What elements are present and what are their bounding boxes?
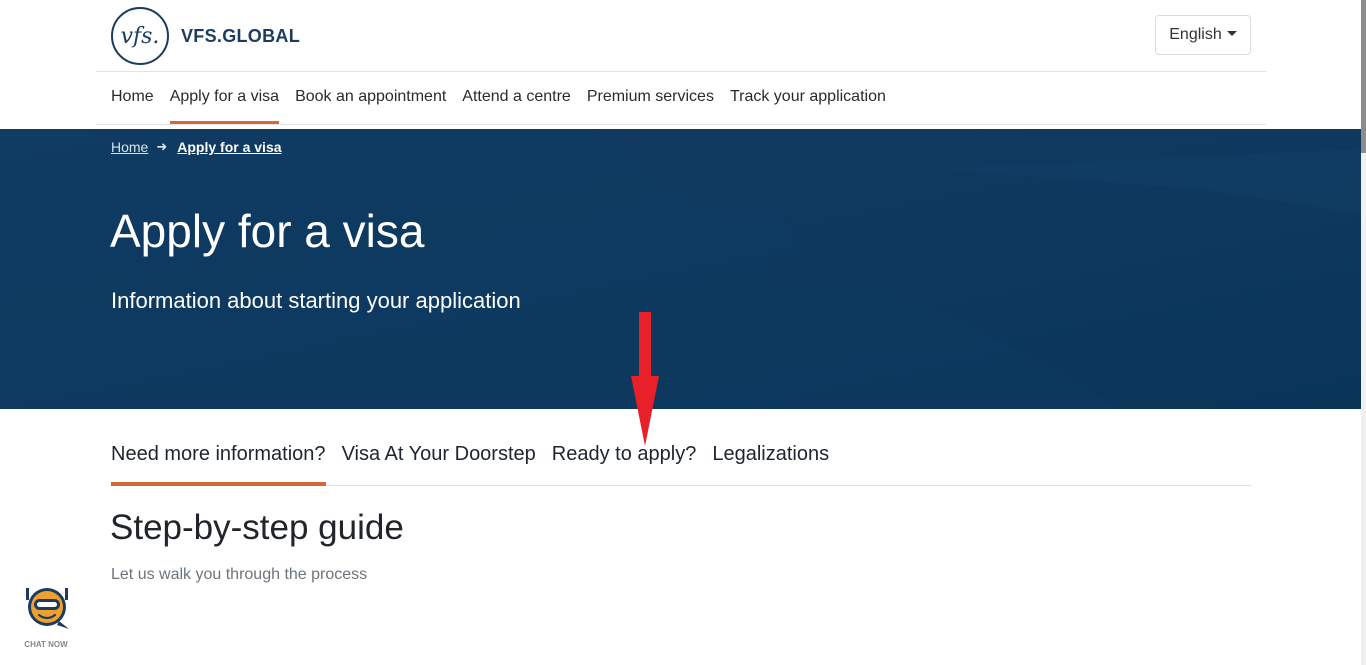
tab-need-more-information[interactable]: Need more information? (111, 434, 326, 486)
hero-background-shape (0, 129, 1361, 409)
nav-item-book-an-appointment[interactable]: Book an appointment (295, 72, 446, 124)
page-title: Apply for a visa (110, 205, 425, 257)
tab-legalizations[interactable]: Legalizations (712, 434, 829, 485)
main-nav: Home Apply for a visa Book an appointmen… (96, 72, 1266, 125)
content-tabs: Need more information? Visa At Your Door… (111, 434, 1251, 486)
language-selected: English (1169, 26, 1222, 43)
caret-down-icon (1226, 31, 1237, 36)
scrollbar-thumb[interactable] (1361, 0, 1366, 153)
site-header: vfs. VFS.GLOBAL (96, 0, 1266, 72)
nav-item-attend-a-centre[interactable]: Attend a centre (462, 72, 571, 124)
nav-item-premium-services[interactable]: Premium services (587, 72, 714, 124)
nav-item-track-your-application[interactable]: Track your application (730, 72, 886, 124)
logo-text: VFS.GLOBAL (181, 25, 300, 46)
hero-banner: Home ➜ Apply for a visa Apply for a visa… (0, 129, 1361, 409)
page-subtitle: Information about starting your applicat… (111, 288, 521, 313)
annotation-arrow-down-icon (631, 312, 659, 446)
chat-now-widget[interactable]: CHAT NOW (20, 585, 74, 649)
language-dropdown[interactable]: English (1155, 15, 1251, 55)
page-scrollbar[interactable] (1361, 0, 1366, 665)
chat-now-label: CHAT NOW (24, 640, 68, 649)
breadcrumb-home[interactable]: Home (111, 139, 148, 155)
tab-ready-to-apply[interactable]: Ready to apply? (552, 434, 697, 485)
vfs-logo[interactable]: vfs. VFS.GLOBAL (111, 7, 300, 65)
section-subtitle: Let us walk you through the process (111, 566, 368, 583)
logo-mark: vfs. (111, 7, 169, 65)
nav-item-home[interactable]: Home (111, 72, 154, 124)
chatbot-icon (26, 588, 69, 629)
tab-visa-at-your-doorstep[interactable]: Visa At Your Doorstep (342, 434, 536, 485)
arrow-right-icon: ➜ (156, 139, 168, 154)
breadcrumb: Home ➜ Apply for a visa (111, 139, 282, 155)
breadcrumb-apply-for-a-visa[interactable]: Apply for a visa (177, 139, 281, 155)
nav-item-apply-for-a-visa[interactable]: Apply for a visa (169, 72, 280, 124)
section-title: Step-by-step guide (110, 508, 404, 547)
